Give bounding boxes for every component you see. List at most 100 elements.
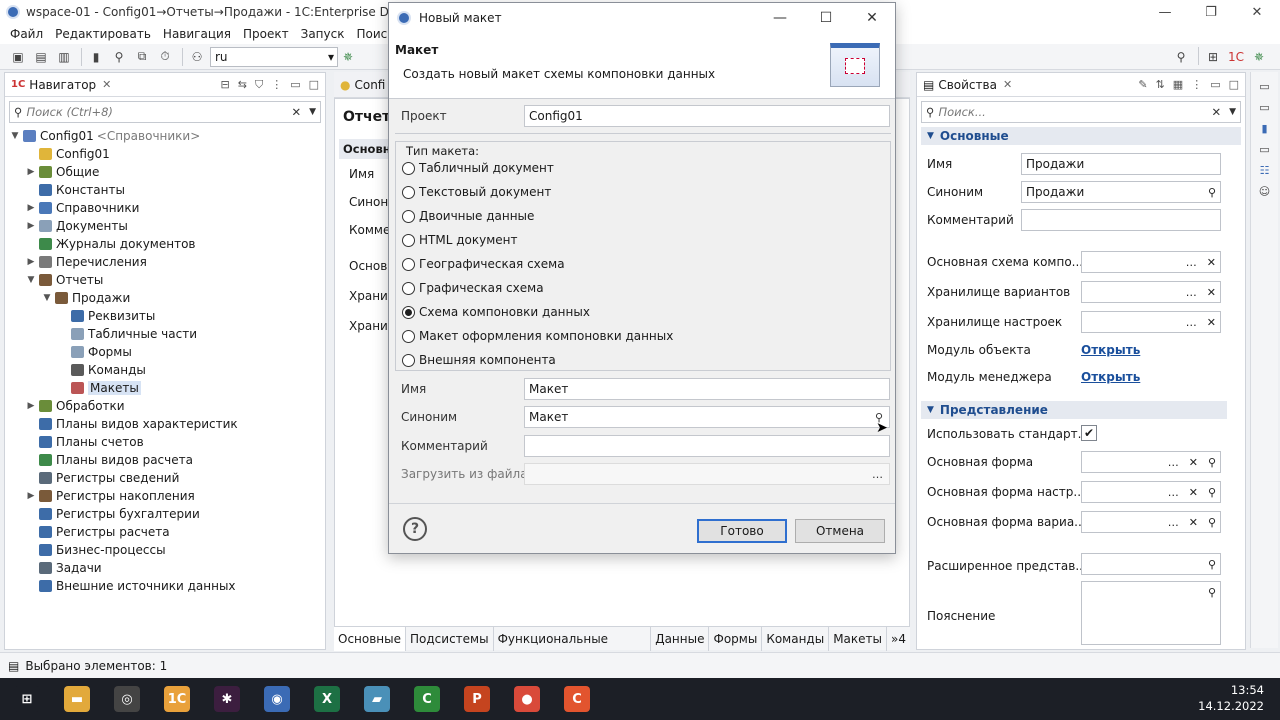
- tree-item[interactable]: ▶ Регистры накопления: [9, 487, 325, 505]
- notes-icon[interactable]: ▰: [364, 686, 390, 712]
- menu-navigation[interactable]: Навигация: [163, 27, 231, 41]
- tree-item[interactable]: ▼ Продажи: [9, 289, 325, 307]
- file-explorer-icon[interactable]: ▬: [64, 686, 90, 712]
- chevron-right-icon[interactable]: ▶: [25, 257, 37, 267]
- template-type-option[interactable]: Графическая схема: [402, 278, 544, 298]
- tree-item[interactable]: Регистры сведений: [9, 469, 325, 487]
- filter-icon[interactable]: ⛉: [255, 78, 263, 92]
- tab-commands[interactable]: Команды: [762, 626, 830, 651]
- tree-item[interactable]: Планы видов характеристик: [9, 415, 325, 433]
- menu-project[interactable]: Проект: [243, 27, 289, 41]
- tree-item[interactable]: Планы видов расчета: [9, 451, 325, 469]
- tree-item[interactable]: Бизнес-процессы: [9, 541, 325, 559]
- clear-search-icon[interactable]: ✕: [291, 105, 301, 119]
- tree-item[interactable]: Config01: [9, 145, 325, 163]
- clear-icon[interactable]: ✕: [1207, 286, 1216, 299]
- ide-orange-icon[interactable]: C: [564, 686, 590, 712]
- tree-item[interactable]: Реквизиты: [9, 307, 325, 325]
- perspective-icon[interactable]: ⊞: [1203, 47, 1223, 67]
- load-from-file-field[interactable]: …: [524, 463, 890, 485]
- tree-item[interactable]: ▶ Справочники: [9, 199, 325, 217]
- tree-item[interactable]: ▶ Обработки: [9, 397, 325, 415]
- chevron-down-icon[interactable]: ▼: [41, 293, 53, 303]
- close-icon[interactable]: ✕: [102, 78, 111, 91]
- tree-item[interactable]: ▶ Документы: [9, 217, 325, 235]
- select-ellipsis-icon[interactable]: …: [1168, 456, 1179, 469]
- minimize-button[interactable]: —: [1142, 0, 1188, 24]
- search-icon[interactable]: ⚲: [1208, 558, 1216, 571]
- tab-functional-options[interactable]: Функциональные опции: [494, 626, 652, 670]
- tree-item[interactable]: Внешние источники данных: [9, 577, 325, 595]
- search-icon[interactable]: ⚲: [1208, 456, 1216, 469]
- restore-panel-icon[interactable]: ▭: [1251, 80, 1278, 93]
- search-icon[interactable]: ⚲: [1208, 186, 1216, 199]
- chevron-right-icon[interactable]: ▶: [25, 491, 37, 501]
- navigator-tab-title[interactable]: Навигатор: [29, 78, 96, 92]
- group-main-properties[interactable]: ▼ Основные: [921, 127, 1241, 145]
- radio-button[interactable]: [402, 329, 415, 343]
- tree-item[interactable]: Журналы документов: [9, 235, 325, 253]
- template-type-option[interactable]: Географическая схема: [402, 254, 565, 274]
- windows-start-icon[interactable]: ⊞: [14, 686, 40, 712]
- restore-button[interactable]: ❐: [1188, 0, 1234, 24]
- radio-button[interactable]: [402, 209, 415, 223]
- user-icon[interactable]: ☺: [1251, 185, 1278, 198]
- template-type-option[interactable]: Табличный документ: [402, 158, 554, 178]
- restore-panel-icon[interactable]: ▭: [1251, 101, 1278, 114]
- app-generic-icon[interactable]: ◎: [114, 686, 140, 712]
- pin-icon[interactable]: ⚲: [109, 47, 129, 67]
- database-icon[interactable]: ▮: [1251, 122, 1278, 135]
- tab-data[interactable]: Данные: [651, 626, 710, 651]
- bookmark-icon[interactable]: ▮: [86, 47, 106, 67]
- new-icon[interactable]: ▣: [8, 47, 28, 67]
- user-search-icon[interactable]: ⚇: [187, 47, 207, 67]
- language-combo[interactable]: ru ▾: [210, 46, 338, 67]
- cancel-button[interactable]: Отмена: [795, 519, 885, 543]
- tree-item[interactable]: ▶ Перечисления: [9, 253, 325, 271]
- save-all-icon[interactable]: ▥: [54, 47, 74, 67]
- collapse-all-icon[interactable]: ⊟: [221, 78, 230, 92]
- name-field[interactable]: Макет: [524, 378, 890, 400]
- tree-item[interactable]: ▼ Отчеты: [9, 271, 325, 289]
- dialog-close-button[interactable]: ✕: [849, 10, 895, 26]
- radio-button[interactable]: [402, 281, 415, 295]
- prop-manager-module-link[interactable]: Открыть: [1081, 370, 1140, 384]
- clear-icon[interactable]: ✕: [1189, 456, 1198, 469]
- clear-icon[interactable]: ✕: [1207, 256, 1216, 269]
- help-icon[interactable]: ?: [403, 517, 427, 541]
- 1c-perspective-icon[interactable]: 1С: [1226, 47, 1246, 67]
- template-type-option[interactable]: Внешняя компонента: [402, 350, 556, 370]
- search-icon[interactable]: ⚲: [1208, 586, 1216, 599]
- project-field[interactable]: Config01: [524, 105, 890, 127]
- chevron-down-icon[interactable]: ▼: [25, 275, 37, 285]
- radio-button[interactable]: [402, 257, 415, 271]
- 1c-app-icon[interactable]: 1С: [164, 686, 190, 712]
- prop-object-module-link[interactable]: Открыть: [1081, 343, 1140, 357]
- prop-name-input[interactable]: Продажи: [1021, 153, 1221, 175]
- tree-item[interactable]: ▶ Общие: [9, 163, 325, 181]
- group-view-properties[interactable]: ▼ Представление: [921, 401, 1227, 419]
- prop-settings-form-input[interactable]: … ✕ ⚲: [1081, 481, 1221, 503]
- prop-main-schema-input[interactable]: … ✕: [1081, 251, 1221, 273]
- minimize-panel-icon[interactable]: ▭: [290, 78, 300, 92]
- select-ellipsis-icon[interactable]: …: [1168, 516, 1179, 529]
- slack-icon[interactable]: ✱: [214, 686, 240, 712]
- powerpoint-icon[interactable]: P: [464, 686, 490, 712]
- maximize-panel-icon[interactable]: □: [309, 78, 319, 92]
- search-icon[interactable]: ⚲: [1208, 516, 1216, 529]
- save-icon[interactable]: ▤: [31, 47, 51, 67]
- debug-icon[interactable]: ✵: [338, 47, 358, 67]
- excel-icon[interactable]: X: [314, 686, 340, 712]
- tab-more[interactable]: »4: [887, 627, 910, 651]
- template-type-option[interactable]: Схема компоновки данных: [402, 302, 590, 322]
- debug-perspective-icon[interactable]: ✵: [1249, 47, 1269, 67]
- categories-icon[interactable]: ▦: [1173, 78, 1183, 91]
- prop-variant-form-input[interactable]: … ✕ ⚲: [1081, 511, 1221, 533]
- menu-file[interactable]: Файл: [10, 27, 43, 41]
- search-icon[interactable]: ⚲: [1171, 47, 1191, 67]
- view-menu-icon[interactable]: ⋮: [271, 78, 282, 92]
- prop-explanation-input[interactable]: ⚲: [1081, 581, 1221, 645]
- tab-forms[interactable]: Формы: [709, 626, 763, 651]
- close-window-button[interactable]: ✕: [1234, 0, 1280, 24]
- select-ellipsis-icon[interactable]: …: [1186, 286, 1197, 299]
